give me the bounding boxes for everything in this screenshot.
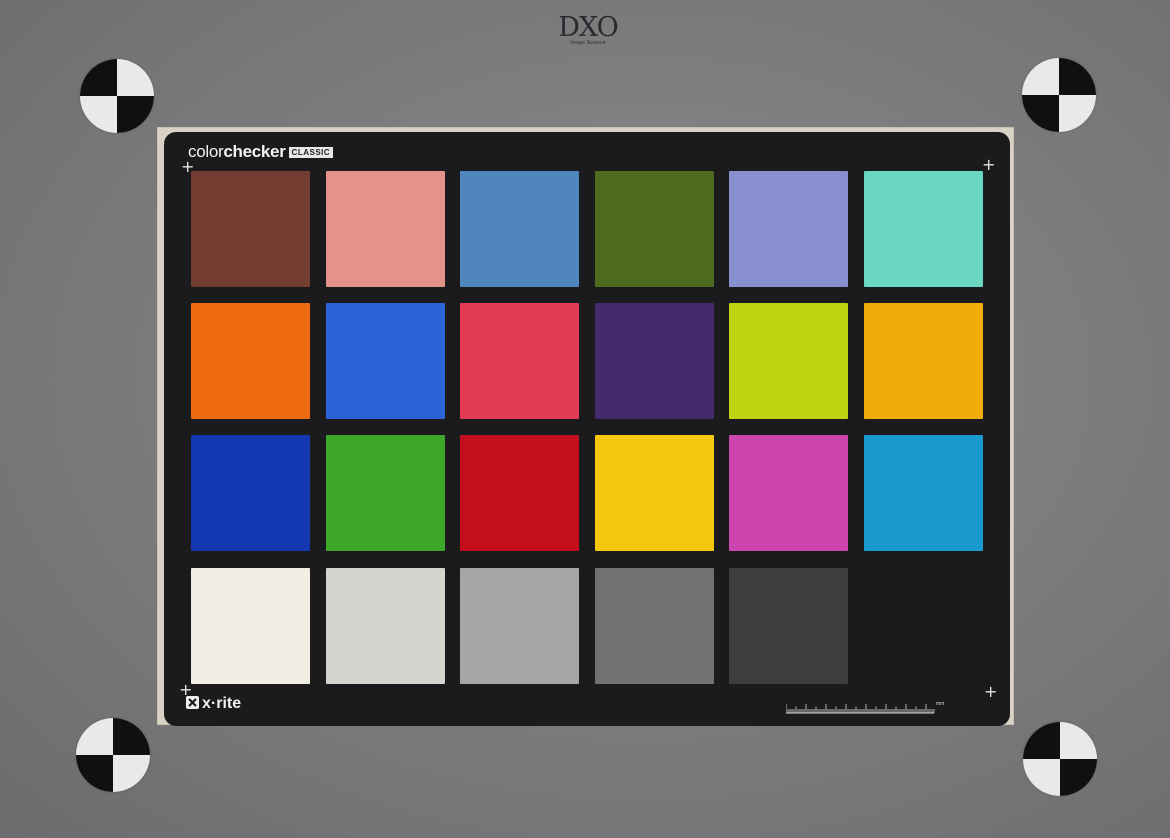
color-patch-r3-c5 [729, 435, 848, 551]
scale-unit: mm [936, 701, 945, 707]
xrite-text: x·rite [202, 695, 242, 712]
color-patch-r1-c3 [460, 171, 579, 287]
color-patch-r1-c6 [864, 171, 983, 287]
color-patch-r2-c6 [864, 303, 983, 419]
dxo-logo: DXO Image Science [548, 14, 628, 58]
xrite-logo: x·rite [186, 695, 241, 713]
color-patch-r2-c2 [326, 303, 445, 419]
color-patch-r4-c4 [595, 568, 714, 684]
color-patch-r2-c5 [729, 303, 848, 419]
crosshair-mark: + [984, 682, 998, 701]
color-patch-r3-c1 [191, 435, 310, 551]
color-patch-r2-c4 [595, 303, 714, 419]
measurement-scale [786, 704, 935, 714]
xrite-icon [186, 696, 199, 709]
registration-target-bottom-right [1023, 722, 1097, 796]
color-patch-r1-c4 [595, 171, 714, 287]
color-patch-r1-c5 [729, 171, 848, 287]
colorchecker-card: colorchecker CLASSIC + + + + x·rite mm [164, 132, 1010, 726]
color-patch-r4-c6 [864, 568, 983, 684]
brand-bold: checker [223, 142, 286, 161]
logo-text: DXO [558, 12, 619, 43]
color-patch-r1-c1 [191, 171, 310, 287]
color-patch-r4-c2 [326, 568, 445, 684]
registration-target-top-right [1022, 58, 1096, 132]
color-patch-r3-c2 [326, 435, 445, 551]
color-patch-r3-c3 [460, 435, 579, 551]
brand-tag: CLASSIC [288, 147, 334, 158]
brand-title: colorchecker CLASSIC [188, 142, 334, 162]
color-patch-r2-c3 [460, 303, 579, 419]
color-patch-r4-c1 [191, 568, 310, 684]
color-patch-r4-c3 [460, 568, 579, 684]
crosshair-mark: + [982, 155, 996, 174]
color-patch-r3-c4 [595, 435, 714, 551]
color-patch-r1-c2 [326, 171, 445, 287]
color-patch-r2-c1 [191, 303, 310, 419]
registration-target-top-left [80, 59, 154, 133]
color-patch-r3-c6 [864, 435, 983, 551]
color-patch-r4-c5 [729, 568, 848, 684]
registration-target-bottom-left [76, 718, 150, 792]
